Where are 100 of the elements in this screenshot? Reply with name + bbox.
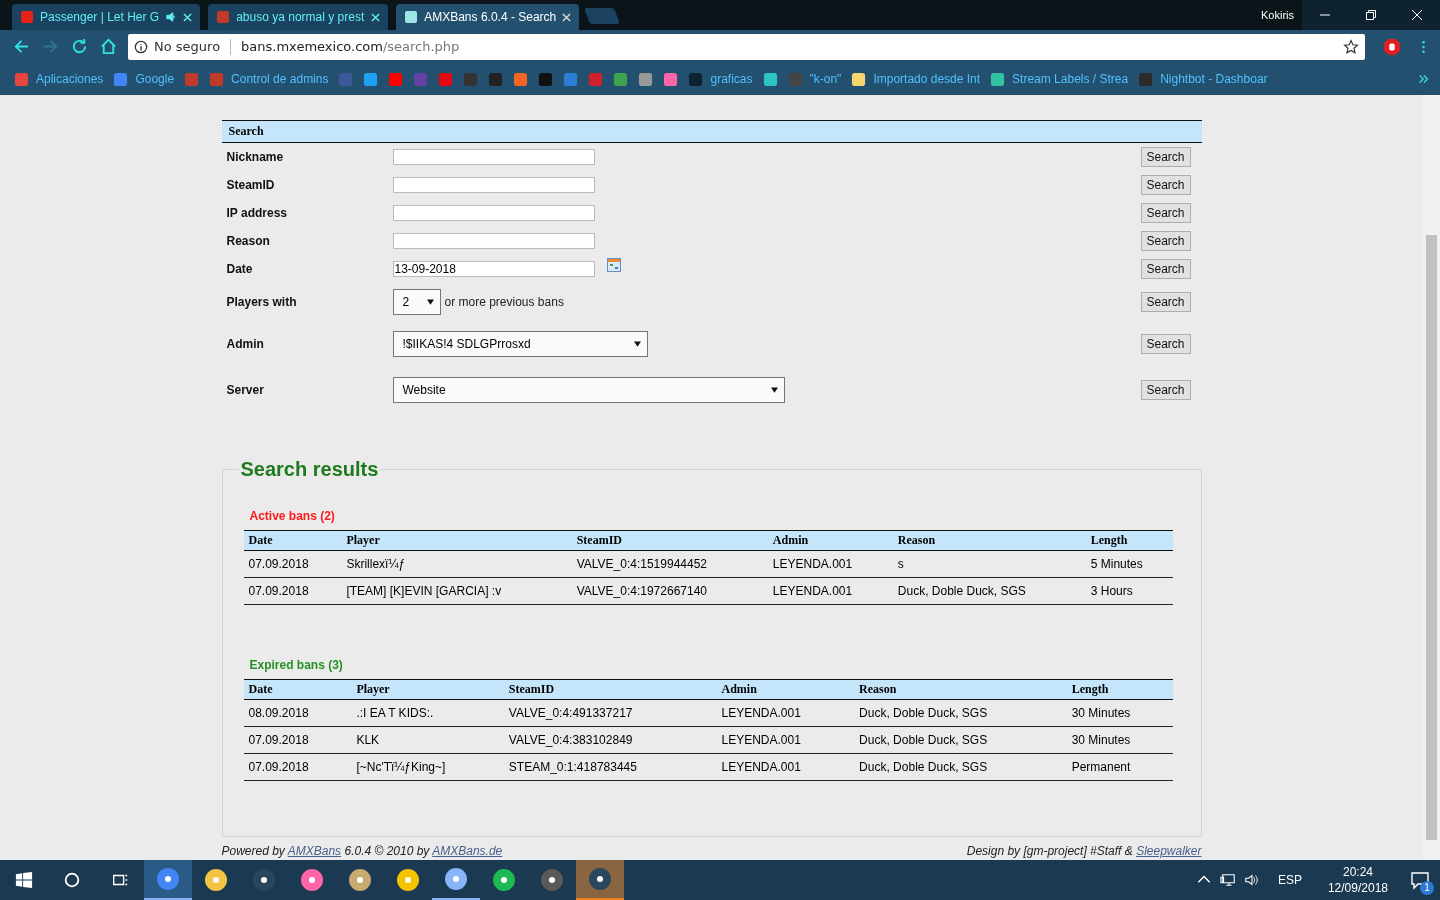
table-cell: 07.09.2018 [243, 753, 352, 781]
profile-name[interactable]: Kokiris [1261, 9, 1294, 21]
bookmark-icon[interactable] [663, 71, 679, 87]
taskbar-button[interactable] [144, 860, 192, 900]
bookmark-link[interactable]: Google [113, 71, 175, 87]
table-cell: Permanent [1066, 753, 1173, 781]
taskbar-button[interactable] [576, 860, 624, 900]
url-text: bans.mxemexico.com/search.php [241, 39, 460, 54]
language-indicator[interactable]: ESP [1277, 873, 1302, 887]
table-cell: Skrillexï¼ƒ [341, 550, 572, 578]
table-cell: [TEAM] [K]EVIN [GARCIA] :v [341, 577, 572, 605]
table-cell: Duck, Doble Duck, SGS [854, 699, 1067, 727]
column-header: Admin [767, 530, 893, 551]
bookmark-link[interactable]: "k-on" [787, 71, 842, 87]
clock[interactable]: 20:24 12/09/2018 [1327, 865, 1388, 895]
bookmark-icon[interactable] [513, 71, 529, 87]
dropdown[interactable]: 2 [392, 289, 441, 315]
close-icon[interactable] [183, 12, 193, 22]
start-icon[interactable] [15, 871, 33, 889]
stop-hand-icon[interactable] [1383, 37, 1401, 56]
date-field[interactable]: 13-09-2018 [392, 261, 595, 277]
bookmark-link[interactable]: Nightbot - Dashboar [1138, 71, 1268, 87]
design-credit-text: Design by [gm-project] #Staff & Sleepwalker [966, 844, 1202, 858]
credit-text: Powered by AMXBans 6.0.4 © 2010 by AMXBans.de [221, 844, 503, 858]
reload-icon[interactable] [70, 37, 89, 56]
column-header: Length [1085, 530, 1173, 551]
credit-link[interactable]: AMXBans [287, 844, 342, 858]
dropdown[interactable]: Website [392, 377, 785, 403]
table-cell: LEYENDA.001 [716, 726, 855, 754]
bookmark-icon[interactable] [563, 71, 579, 87]
column-header: Reason [892, 530, 1086, 551]
column-header: Player [351, 679, 504, 700]
bookmark-icon[interactable] [438, 71, 454, 87]
field-label: Reason [226, 234, 271, 248]
scrollbar[interactable] [1423, 95, 1440, 860]
dropdown[interactable]: !$IIKAS!4 SDLGPrrosxd [392, 331, 648, 357]
more-icon[interactable] [1418, 73, 1430, 85]
section-heading: Expired bans (3) [249, 658, 344, 672]
table-cell: KLK [351, 726, 504, 754]
table-cell: [~Nc'Tï¼ƒKing~] [351, 753, 504, 781]
bookmark-icon[interactable] [638, 71, 654, 87]
search-button[interactable]: Search [1140, 334, 1191, 354]
calendar-icon[interactable] [606, 258, 621, 272]
table-cell: 3 Hours [1085, 577, 1173, 605]
search-button[interactable]: Search [1140, 380, 1191, 400]
search-button[interactable]: Search [1140, 259, 1191, 279]
info-icon [134, 39, 148, 54]
credit-link[interactable]: AMXBans.de [432, 844, 503, 858]
table-cell: Duck, Doble Duck, SGS [854, 726, 1067, 754]
bookmark-link[interactable]: Control de admins [209, 71, 329, 87]
table-cell: 07.09.2018 [243, 550, 342, 578]
column-header: Admin [716, 679, 855, 700]
notification-button[interactable]: 1 [1400, 860, 1440, 900]
search-button[interactable]: Search [1140, 147, 1191, 167]
input-field[interactable] [392, 205, 595, 221]
bookmark-icon[interactable] [762, 71, 778, 87]
restore-icon[interactable] [1365, 9, 1377, 21]
back-icon[interactable] [12, 37, 31, 56]
table-cell: Duck, Doble Duck, SGS [892, 577, 1086, 605]
tab-title: abuso ya normal y prest [236, 10, 366, 24]
close-icon[interactable] [371, 12, 381, 22]
field-label: SteamID [226, 178, 276, 192]
home-icon[interactable] [99, 37, 118, 56]
table-cell: VALVE_0:4:1972667140 [571, 577, 768, 605]
address-bar[interactable]: No seguro bans.mxemexico.com/search.php [128, 33, 1365, 60]
speaker-icon[interactable] [1243, 872, 1260, 888]
browser-tab[interactable]: AMXBans 6.0.4 - Search [396, 4, 580, 30]
menu-icon[interactable] [1421, 38, 1426, 55]
search-button[interactable]: Search [1140, 292, 1191, 312]
credit-link[interactable]: Sleepwalker [1136, 844, 1202, 858]
bookmark-link[interactable]: Stream Labels / Strea [990, 71, 1129, 87]
field-label: Date [226, 262, 254, 276]
bookmark-icon[interactable] [488, 71, 504, 87]
table-cell: LEYENDA.001 [767, 550, 893, 578]
star-icon[interactable] [1343, 38, 1359, 55]
search-button[interactable]: Search [1140, 231, 1191, 251]
search-icon[interactable] [63, 871, 81, 889]
input-field[interactable] [392, 177, 595, 193]
caret-icon [633, 341, 641, 347]
table-cell: 30 Minutes [1066, 726, 1173, 754]
search-button[interactable]: Search [1140, 203, 1191, 223]
input-field[interactable] [392, 233, 595, 249]
bookmark-link[interactable]: Aplicaciones [14, 71, 104, 87]
network-icon[interactable] [1219, 872, 1236, 888]
input-field[interactable] [392, 149, 595, 165]
bookmark-icon[interactable] [388, 71, 404, 87]
table-cell: LEYENDA.001 [716, 699, 855, 727]
bookmark-link[interactable]: graficas [688, 71, 753, 87]
field-label: Players with [226, 295, 298, 309]
bookmark-icon[interactable] [538, 71, 554, 87]
browser-tab[interactable]: abuso ya normal y prest [208, 4, 389, 30]
browser-tab[interactable]: Passenger | Let Her G [12, 4, 201, 30]
bookmark-icon[interactable] [363, 71, 379, 87]
bookmark-icon[interactable] [613, 71, 629, 87]
column-header: Date [243, 530, 342, 551]
search-button[interactable]: Search [1140, 175, 1191, 195]
table-cell: Duck, Doble Duck, SGS [854, 753, 1067, 781]
close-icon[interactable] [562, 12, 572, 22]
bookmark-link[interactable]: Importado desde Int [851, 71, 981, 87]
caret-icon [426, 299, 434, 305]
